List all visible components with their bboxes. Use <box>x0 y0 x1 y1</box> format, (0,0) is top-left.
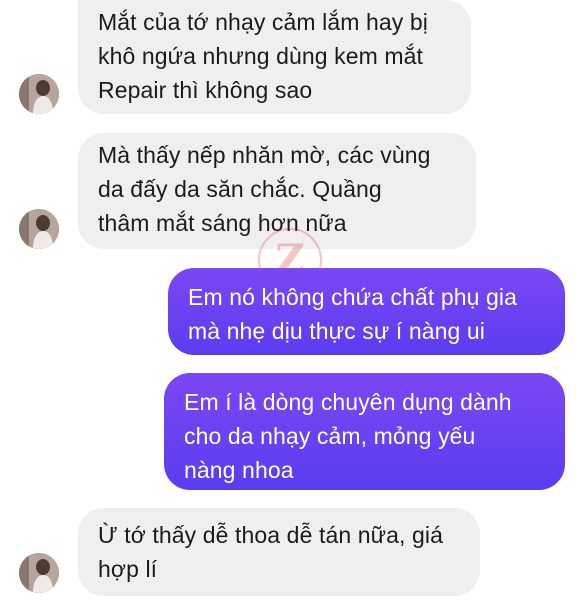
contact-avatar[interactable] <box>19 74 59 114</box>
outgoing-message-bubble[interactable]: Em í là dòng chuyên dụng dành cho da nhạ… <box>164 373 565 490</box>
avatar-photo-icon <box>19 74 59 114</box>
incoming-message-bubble[interactable]: Mà thấy nếp nhăn mờ, các vùng da đấy da … <box>78 133 476 249</box>
incoming-message-bubble[interactable]: Ừ tớ thấy dễ thoa dễ tán nữa, giá hợp lí <box>78 508 480 596</box>
chat-thread: Mắt của tớ nhạy cảm lắm hay bị khô ngứa … <box>0 0 577 600</box>
avatar-photo-icon <box>19 209 59 249</box>
incoming-message-bubble[interactable]: Mắt của tớ nhạy cảm lắm hay bị khô ngứa … <box>78 0 471 114</box>
outgoing-message-bubble[interactable]: Em nó không chứa chất phụ gia mà nhẹ dịu… <box>168 268 565 355</box>
contact-avatar[interactable] <box>19 209 59 249</box>
avatar-photo-icon <box>19 553 59 593</box>
contact-avatar[interactable] <box>19 553 59 593</box>
